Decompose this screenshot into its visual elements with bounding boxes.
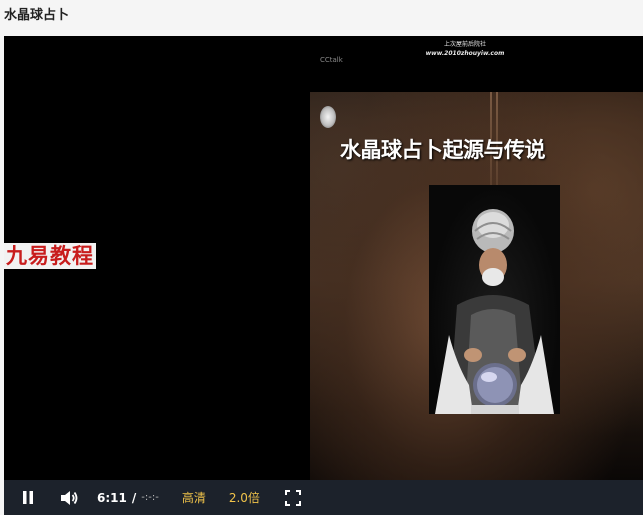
- speed-button[interactable]: 2.0倍: [229, 489, 260, 506]
- fortune-teller-photo: [429, 185, 560, 414]
- volume-icon: [61, 490, 78, 505]
- fullscreen-button[interactable]: [284, 489, 301, 506]
- time-display: 6:11 / -:-:-: [97, 491, 159, 505]
- quality-button[interactable]: 高清: [182, 489, 206, 506]
- video-slide: 上次屋前后院社 www.2010zhouyiw.com CCtalk 水晶球占卜…: [310, 36, 643, 480]
- slide-header-url: www.2010zhouyiw.com: [425, 50, 505, 57]
- volume-button[interactable]: [58, 489, 80, 507]
- slide-header: 上次屋前后院社 www.2010zhouyiw.com: [410, 40, 520, 58]
- page-title: 水晶球占卜: [4, 8, 70, 23]
- slide-title: 水晶球占卜起源与传说: [340, 138, 546, 162]
- pause-icon: [23, 491, 33, 504]
- pause-button[interactable]: [20, 490, 36, 506]
- page: 水晶球占卜 九易教程 上次屋前后院社 www.2010zhouyiw.com C…: [0, 0, 643, 515]
- slide-header-line: 上次屋前后院社: [443, 41, 486, 48]
- light-orb: [320, 106, 336, 128]
- time-separator: /: [131, 490, 137, 505]
- player-controls: 6:11 / -:-:- 高清 2.0倍: [4, 480, 643, 515]
- total-time: -:-:-: [141, 492, 159, 503]
- fullscreen-icon: [284, 489, 301, 506]
- video-player[interactable]: 九易教程 上次屋前后院社 www.2010zhouyiw.com CCtalk …: [4, 36, 643, 515]
- current-time: 6:11: [97, 490, 127, 505]
- fortune-teller-illustration: [435, 209, 554, 414]
- cctalk-watermark: CCtalk: [320, 56, 343, 64]
- brand-logo: 九易教程: [4, 243, 96, 269]
- video-area[interactable]: 九易教程 上次屋前后院社 www.2010zhouyiw.com CCtalk …: [4, 36, 643, 480]
